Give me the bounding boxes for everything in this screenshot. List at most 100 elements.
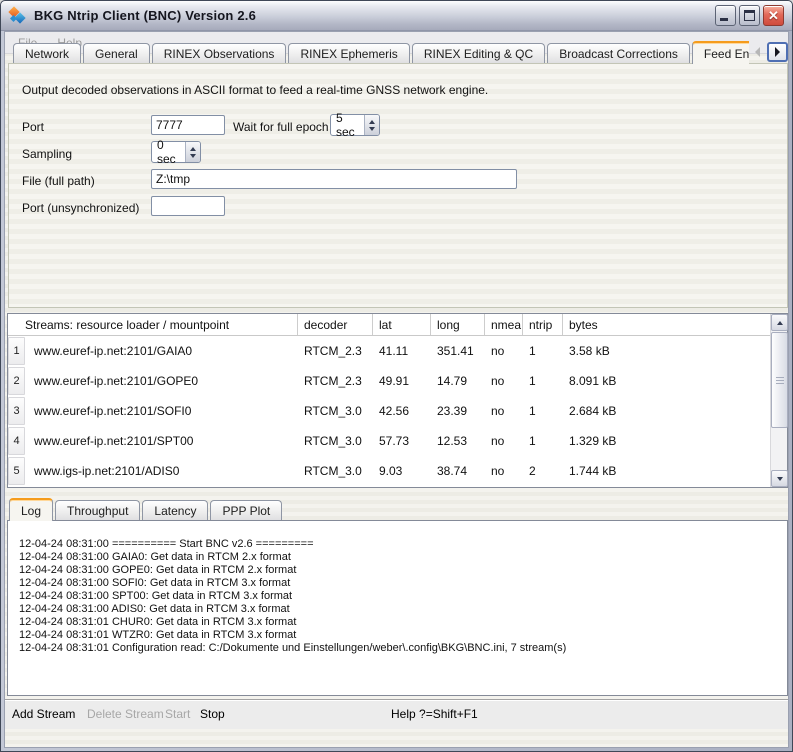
row-number: 4: [8, 427, 25, 455]
cell-decoder: RTCM_3.0: [298, 404, 373, 418]
wait-epoch-spinner[interactable]: 5 sec: [330, 114, 380, 136]
cell-nmea: no: [485, 374, 523, 388]
tab-rinex-editing-qc[interactable]: RINEX Editing & QC: [412, 43, 545, 64]
cell-ntrip: 2: [523, 464, 563, 478]
table-scrollbar[interactable]: [770, 314, 787, 487]
cell-mountpoint: www.euref-ip.net:2101/GOPE0: [27, 374, 298, 388]
header-long[interactable]: long: [431, 314, 485, 335]
app-window: BKG Ntrip Client (BNC) Version 2.6 ✕ Fil…: [0, 0, 793, 752]
cell-lat: 42.56: [373, 404, 431, 418]
chevron-left-icon: [755, 47, 760, 57]
cell-nmea: no: [485, 434, 523, 448]
maximize-button[interactable]: [739, 5, 760, 26]
tab-throughput[interactable]: Throughput: [55, 500, 140, 521]
cell-lat: 57.73: [373, 434, 431, 448]
close-icon: ✕: [764, 7, 783, 25]
tab-feed-engine[interactable]: Feed Engine: [692, 41, 749, 64]
cell-bytes: 1.744 kB: [563, 464, 770, 478]
table-row[interactable]: 1 www.euref-ip.net:2101/GAIA0 RTCM_2.3 4…: [8, 336, 770, 366]
spinner-arrows-icon[interactable]: [185, 142, 200, 162]
tab-scroll-left-button[interactable]: [749, 42, 766, 62]
streams-table: Streams: resource loader / mountpoint de…: [7, 313, 788, 488]
cell-mountpoint: www.igs-ip.net:2101/ADIS0: [27, 464, 298, 478]
cell-ntrip: 1: [523, 404, 563, 418]
close-button[interactable]: ✕: [763, 5, 784, 26]
tab-rinex-ephemeris[interactable]: RINEX Ephemeris: [288, 43, 409, 64]
action-bar: Add Stream Delete Stream Start Stop Help…: [5, 699, 788, 729]
window-title: BKG Ntrip Client (BNC) Version 2.6: [34, 8, 256, 23]
cell-nmea: no: [485, 404, 523, 418]
titlebar[interactable]: BKG Ntrip Client (BNC) Version 2.6 ✕: [1, 1, 792, 31]
main-tabbar: Network General RINEX Observations RINEX…: [13, 39, 749, 64]
table-row[interactable]: 2 www.euref-ip.net:2101/GOPE0 RTCM_2.3 4…: [8, 366, 770, 396]
tab-network[interactable]: Network: [13, 43, 81, 64]
cell-bytes: 8.091 kB: [563, 374, 770, 388]
scrollbar-thumb[interactable]: [771, 332, 788, 428]
cell-mountpoint: www.euref-ip.net:2101/SPT00: [27, 434, 298, 448]
tab-log[interactable]: Log: [9, 498, 53, 521]
port-label: Port: [22, 120, 44, 134]
delete-stream-button[interactable]: Delete Stream: [87, 707, 164, 721]
header-mountpoint[interactable]: Streams: resource loader / mountpoint: [8, 314, 298, 335]
port-input[interactable]: [151, 115, 225, 135]
panel-description: Output decoded observations in ASCII for…: [22, 83, 488, 97]
port-unsync-input[interactable]: [151, 196, 225, 216]
header-ntrip[interactable]: ntrip: [523, 314, 563, 335]
help-button[interactable]: Help ?=Shift+F1: [391, 707, 478, 721]
cell-decoder: RTCM_2.3: [298, 374, 373, 388]
thumb-grip-icon: [776, 377, 784, 378]
sampling-label: Sampling: [22, 147, 72, 161]
sampling-spinner[interactable]: 0 sec: [151, 141, 201, 163]
feed-engine-panel: Output decoded observations in ASCII for…: [8, 63, 788, 308]
log-line: 12-04-24 08:31:00 SPT00: Get data in RTC…: [19, 590, 787, 603]
row-number: 3: [8, 397, 25, 425]
tab-scroll-right-button[interactable]: [767, 42, 788, 62]
table-row[interactable]: 4 www.euref-ip.net:2101/SPT00 RTCM_3.0 5…: [8, 426, 770, 456]
table-row[interactable]: 5 www.igs-ip.net:2101/ADIS0 RTCM_3.0 9.0…: [8, 456, 770, 486]
cell-long: 12.53: [431, 434, 485, 448]
minimize-button[interactable]: [715, 5, 736, 26]
cell-decoder: RTCM_2.3: [298, 344, 373, 358]
cell-nmea: no: [485, 464, 523, 478]
row-number: 1: [8, 337, 25, 365]
cell-ntrip: 1: [523, 344, 563, 358]
header-decoder[interactable]: decoder: [298, 314, 373, 335]
tab-general[interactable]: General: [83, 43, 150, 64]
header-nmea[interactable]: nmea: [485, 314, 523, 335]
log-line: 12-04-24 08:31:00 SOFI0: Get data in RTC…: [19, 577, 787, 590]
file-path-input[interactable]: [151, 169, 517, 189]
arrow-down-icon: [777, 477, 783, 481]
header-bytes[interactable]: bytes: [563, 314, 770, 335]
header-lat[interactable]: lat: [373, 314, 431, 335]
spinner-arrows-icon[interactable]: [364, 115, 379, 135]
bottom-tabbar: Log Throughput Latency PPP Plot: [9, 498, 749, 521]
tab-latency[interactable]: Latency: [142, 500, 208, 521]
cell-long: 14.79: [431, 374, 485, 388]
chevron-right-icon: [775, 47, 780, 57]
stop-button[interactable]: Stop: [200, 707, 225, 721]
cell-ntrip: 1: [523, 434, 563, 448]
cell-long: 23.39: [431, 404, 485, 418]
cell-bytes: 3.58 kB: [563, 344, 770, 358]
tab-ppp-plot[interactable]: PPP Plot: [210, 500, 282, 521]
add-stream-button[interactable]: Add Stream: [12, 707, 75, 721]
cell-mountpoint: www.euref-ip.net:2101/GAIA0: [27, 344, 298, 358]
start-button[interactable]: Start: [165, 707, 190, 721]
tab-rinex-observations[interactable]: RINEX Observations: [152, 43, 287, 64]
log-line: 12-04-24 08:31:00 GOPE0: Get data in RTC…: [19, 564, 787, 577]
cell-long: 38.74: [431, 464, 485, 478]
cell-lat: 9.03: [373, 464, 431, 478]
arrow-up-icon: [777, 321, 783, 325]
scroll-down-button[interactable]: [771, 470, 788, 487]
tab-broadcast-corrections[interactable]: Broadcast Corrections: [547, 43, 690, 64]
cell-ntrip: 1: [523, 374, 563, 388]
log-line: 12-04-24 08:31:01 WTZR0: Get data in RTC…: [19, 629, 787, 642]
log-panel[interactable]: 12-04-24 08:31:00 ========== Start BNC v…: [7, 520, 788, 696]
row-number: 5: [8, 457, 25, 485]
cell-decoder: RTCM_3.0: [298, 434, 373, 448]
log-line: 12-04-24 08:31:00 ADIS0: Get data in RTC…: [19, 603, 787, 616]
table-row[interactable]: 3 www.euref-ip.net:2101/SOFI0 RTCM_3.0 4…: [8, 396, 770, 426]
streams-table-header: Streams: resource loader / mountpoint de…: [8, 314, 770, 336]
scroll-up-button[interactable]: [771, 314, 788, 331]
log-line: 12-04-24 08:31:01 CHUR0: Get data in RTC…: [19, 616, 787, 629]
